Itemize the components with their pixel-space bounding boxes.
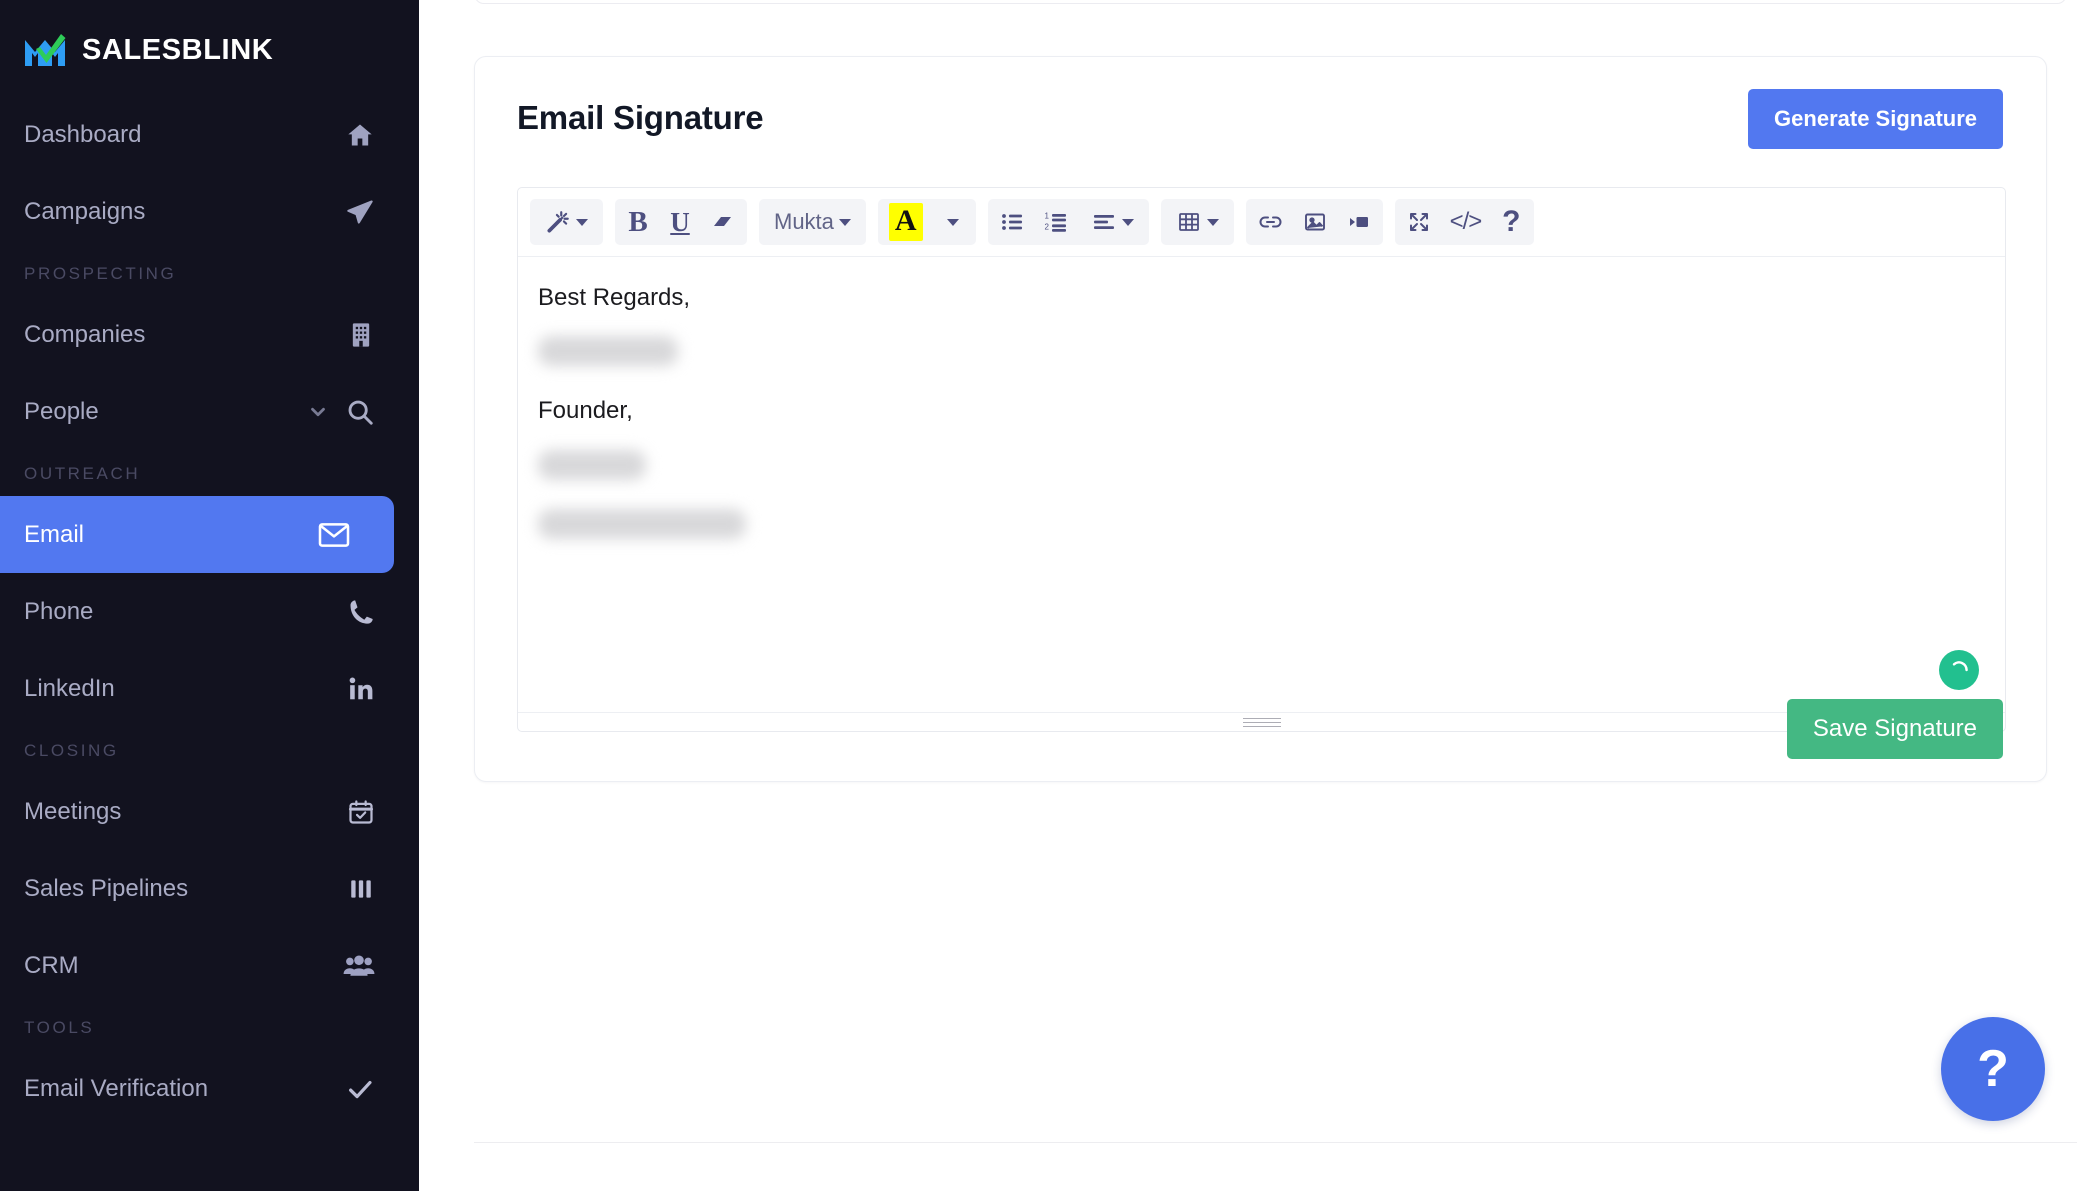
paper-plane-icon bbox=[345, 198, 375, 226]
sidebar-item-label: Campaigns bbox=[24, 197, 146, 225]
page-title: Email Signature bbox=[517, 99, 764, 136]
toolbar-group-magic bbox=[530, 199, 603, 245]
save-signature-button[interactable]: Save Signature bbox=[1786, 699, 2003, 759]
sidebar-item-label: Meetings bbox=[24, 797, 122, 825]
toolbar-group-color: A bbox=[877, 199, 976, 245]
signature-content[interactable]: Best Regards, Founder, bbox=[518, 257, 2005, 712]
sidebar-section-closing: CLOSING bbox=[24, 741, 119, 760]
sidebar-item-email-verification[interactable]: Email Verification bbox=[0, 1050, 419, 1127]
sidebar-item-label: LinkedIn bbox=[24, 674, 115, 702]
chevron-down-icon bbox=[1206, 218, 1219, 226]
text-highlight-button[interactable]: A bbox=[880, 201, 932, 243]
signature-line-title: Founder, bbox=[538, 397, 633, 425]
fullscreen-button[interactable] bbox=[1397, 201, 1441, 243]
search-icon[interactable] bbox=[345, 397, 375, 427]
sidebar-item-label: Email bbox=[24, 520, 85, 548]
redacted-name bbox=[538, 336, 678, 367]
unordered-list-button[interactable] bbox=[990, 201, 1034, 243]
salesblink-logo-icon bbox=[22, 30, 68, 70]
paragraph-align-dropdown[interactable] bbox=[1078, 201, 1147, 243]
toolbar-group-table bbox=[1160, 199, 1234, 245]
svg-text:1: 1 bbox=[1044, 211, 1049, 220]
font-family-value: Mukta bbox=[774, 209, 834, 234]
card-footer: Save Signature bbox=[1786, 699, 2003, 759]
chevron-down-icon bbox=[576, 218, 588, 226]
sidebar-item-meetings[interactable]: Meetings bbox=[0, 773, 419, 850]
sidebar-section-prospecting: PROSPECTING bbox=[24, 264, 177, 283]
app-root: SALESBLINK Dashboard Campaigns PROSPECTI… bbox=[0, 0, 2077, 1191]
sidebar-item-label: Sales Pipelines bbox=[24, 874, 189, 902]
sidebar-item-label: Email Verification bbox=[24, 1074, 209, 1102]
redacted-company bbox=[538, 449, 646, 480]
sidebar-item-label: CRM bbox=[24, 951, 79, 979]
envelope-icon bbox=[318, 521, 350, 549]
generate-signature-button[interactable]: Generate Signature bbox=[1748, 89, 2003, 149]
loading-spinner-icon bbox=[1939, 650, 1979, 690]
redacted-website bbox=[538, 508, 746, 539]
sidebar-item-phone[interactable]: Phone bbox=[0, 573, 419, 650]
editor-resize-handle[interactable] bbox=[518, 712, 2005, 731]
text-color-dropdown[interactable] bbox=[932, 201, 974, 243]
chevron-down-icon[interactable] bbox=[307, 401, 329, 423]
columns-icon bbox=[347, 876, 375, 902]
sidebar-item-label: Companies bbox=[24, 320, 146, 348]
sidebar-section-outreach: OUTREACH bbox=[24, 464, 141, 483]
signature-editor: B U Mukta A 1 2 </> ? Best Regards, Foun… bbox=[517, 187, 2006, 732]
underline-button[interactable]: U bbox=[659, 201, 701, 243]
table-dropdown[interactable] bbox=[1163, 201, 1232, 243]
sidebar-item-email[interactable]: Email bbox=[0, 496, 394, 573]
sidebar-item-linkedin[interactable]: LinkedIn bbox=[0, 650, 419, 727]
toolbar-group-view: </> ? bbox=[1394, 199, 1535, 245]
code-view-button[interactable]: </> bbox=[1441, 201, 1491, 243]
sidebar: SALESBLINK Dashboard Campaigns PROSPECTI… bbox=[0, 0, 419, 1191]
chevron-down-icon bbox=[838, 218, 851, 226]
chevron-down-icon bbox=[946, 218, 959, 226]
toolbar-group-format: B U bbox=[615, 199, 747, 245]
main-content: Email Signature Generate Signature B U M… bbox=[419, 0, 2077, 1191]
linkedin-icon bbox=[347, 676, 375, 702]
remove-format-button[interactable] bbox=[701, 201, 745, 243]
magic-wand-icon[interactable] bbox=[532, 201, 601, 243]
sidebar-item-crm[interactable]: CRM bbox=[0, 927, 419, 1004]
email-signature-card: Email Signature Generate Signature B U M… bbox=[474, 56, 2047, 782]
editor-help-button[interactable]: ? bbox=[1490, 201, 1532, 243]
brand[interactable]: SALESBLINK bbox=[0, 0, 419, 74]
sidebar-item-sales-pipelines[interactable]: Sales Pipelines bbox=[0, 850, 419, 927]
brand-name: SALESBLINK bbox=[82, 33, 274, 66]
svg-text:2: 2 bbox=[1044, 222, 1049, 231]
question-mark-icon: ? bbox=[1977, 1040, 2009, 1098]
sidebar-item-companies[interactable]: Companies bbox=[0, 296, 419, 373]
sidebar-item-label: Phone bbox=[24, 597, 94, 625]
sidebar-item-label: People bbox=[24, 397, 99, 425]
section-divider bbox=[474, 1142, 2077, 1143]
help-fab-button[interactable]: ? bbox=[1941, 1017, 2045, 1121]
insert-image-button[interactable] bbox=[1293, 201, 1337, 243]
toolbar-group-font: Mukta bbox=[759, 199, 866, 245]
bold-button[interactable]: B bbox=[617, 201, 659, 243]
sidebar-item-people[interactable]: People bbox=[0, 373, 419, 450]
insert-link-button[interactable] bbox=[1248, 201, 1293, 243]
signature-line-greeting: Best Regards, bbox=[538, 284, 691, 311]
home-icon bbox=[345, 121, 375, 149]
chevron-down-icon bbox=[1121, 218, 1134, 226]
sidebar-item-campaigns[interactable]: Campaigns bbox=[0, 173, 419, 250]
insert-video-button[interactable] bbox=[1337, 201, 1381, 243]
editor-resize-grip bbox=[1242, 718, 1281, 729]
calendar-check-icon bbox=[347, 798, 375, 826]
font-family-dropdown[interactable]: Mukta bbox=[761, 201, 864, 243]
previous-card-partial bbox=[474, 0, 2067, 4]
card-header: Email Signature Generate Signature bbox=[475, 57, 2046, 149]
toolbar-group-insert bbox=[1245, 199, 1383, 245]
phone-icon bbox=[347, 598, 375, 626]
toolbar-group-lists: 12 bbox=[987, 199, 1149, 245]
users-icon bbox=[343, 953, 375, 979]
ordered-list-button[interactable]: 12 bbox=[1034, 201, 1078, 243]
sidebar-item-label: Dashboard bbox=[24, 120, 142, 148]
building-icon bbox=[347, 321, 375, 349]
sidebar-section-tools: TOOLS bbox=[24, 1018, 95, 1037]
editor-toolbar: B U Mukta A 1 2 </> ? bbox=[518, 188, 2005, 257]
check-icon bbox=[345, 1075, 375, 1103]
sidebar-nav: Dashboard Campaigns PROSPECTING Companie… bbox=[0, 74, 419, 1127]
sidebar-item-dashboard[interactable]: Dashboard bbox=[0, 96, 419, 173]
